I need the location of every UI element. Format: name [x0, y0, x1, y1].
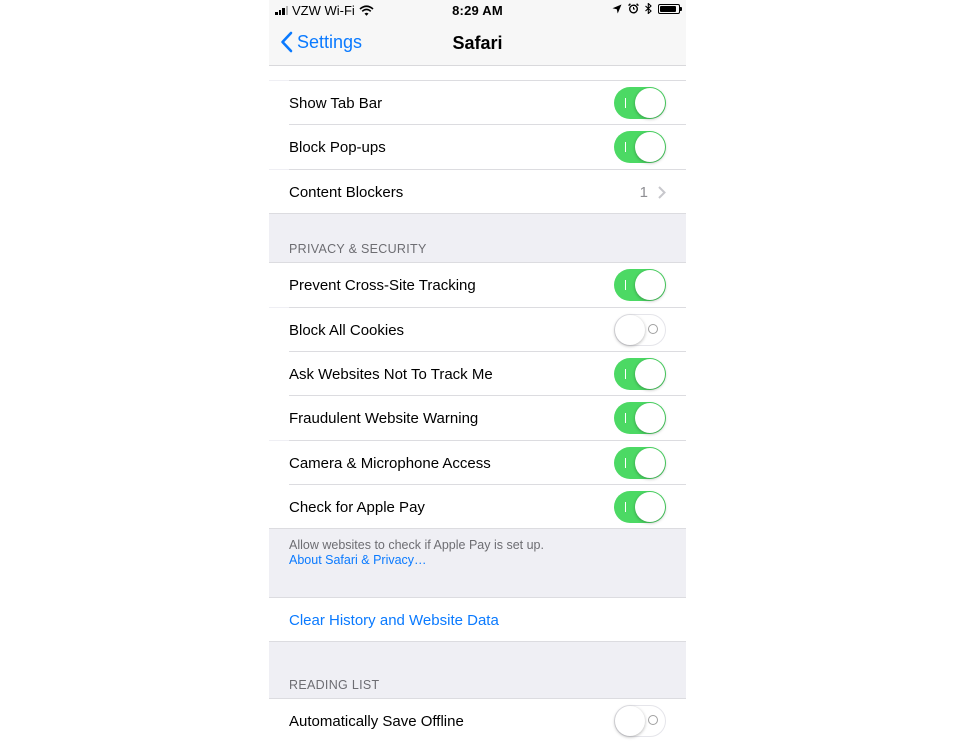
save-offline-label: Automatically Save Offline	[289, 712, 464, 730]
location-arrow-icon	[612, 4, 622, 13]
alarm-clock-icon	[628, 3, 639, 14]
row-do-not-track[interactable]: Ask Websites Not To Track Me	[269, 352, 686, 396]
do-not-track-toggle[interactable]	[614, 358, 666, 390]
navigation-bar: Settings Safari	[269, 22, 686, 66]
show-tab-bar-label: Show Tab Bar	[289, 94, 383, 112]
row-block-popups[interactable]: Block Pop-ups	[269, 125, 686, 169]
about-safari-privacy-link[interactable]: About Safari & Privacy…	[289, 553, 544, 568]
content-blockers-label: Content Blockers	[289, 183, 404, 201]
status-right	[612, 3, 682, 14]
phone-screen: Show Tab Bar Block Pop-ups Content Block…	[269, 0, 686, 741]
privacy-footer: Allow websites to check if Apple Pay is …	[289, 538, 544, 568]
row-block-all-cookies[interactable]: Block All Cookies	[269, 308, 686, 352]
privacy-footer-text: Allow websites to check if Apple Pay is …	[289, 538, 544, 552]
clear-history-button[interactable]: Clear History and Website Data	[269, 598, 686, 642]
block-cookies-label: Block All Cookies	[289, 321, 405, 339]
fraud-warning-label: Fraudulent Website Warning	[289, 409, 479, 427]
row-fraud-warning[interactable]: Fraudulent Website Warning	[269, 396, 686, 440]
camera-mic-toggle[interactable]	[614, 447, 666, 479]
page-title: Safari	[452, 33, 503, 53]
bluetooth-icon	[645, 3, 652, 14]
cross-site-toggle[interactable]	[614, 269, 666, 301]
save-offline-toggle[interactable]	[614, 705, 666, 737]
chevron-right-icon	[658, 185, 666, 199]
row-save-offline[interactable]: Automatically Save Offline	[269, 699, 686, 741]
row-content-blockers[interactable]: Content Blockers 1	[269, 170, 686, 214]
clear-history-label: Clear History and Website Data	[289, 611, 499, 629]
privacy-section-header: PRIVACY & SECURITY	[289, 242, 427, 256]
content-blockers-count: 1	[639, 183, 648, 201]
block-popups-toggle[interactable]	[614, 131, 666, 163]
block-cookies-toggle[interactable]	[614, 314, 666, 346]
row-apple-pay[interactable]: Check for Apple Pay	[269, 485, 686, 529]
row-prevent-cross-site-tracking[interactable]: Prevent Cross-Site Tracking	[269, 263, 686, 307]
show-tab-bar-toggle[interactable]	[614, 87, 666, 119]
apple-pay-label: Check for Apple Pay	[289, 498, 425, 516]
do-not-track-label: Ask Websites Not To Track Me	[289, 365, 493, 383]
fraud-warning-toggle[interactable]	[614, 402, 666, 434]
cross-site-label: Prevent Cross-Site Tracking	[289, 276, 476, 294]
battery-icon	[658, 3, 682, 14]
content-blockers-detail: 1	[640, 184, 666, 201]
row-show-tab-bar[interactable]: Show Tab Bar	[269, 81, 686, 125]
camera-mic-label: Camera & Microphone Access	[289, 454, 491, 472]
apple-pay-toggle[interactable]	[614, 491, 666, 523]
row-camera-microphone[interactable]: Camera & Microphone Access	[269, 441, 686, 485]
reading-list-section-header: READING LIST	[289, 678, 380, 692]
block-popups-label: Block Pop-ups	[289, 138, 386, 156]
status-bar: VZW Wi-Fi 8:29 AM	[269, 0, 686, 22]
